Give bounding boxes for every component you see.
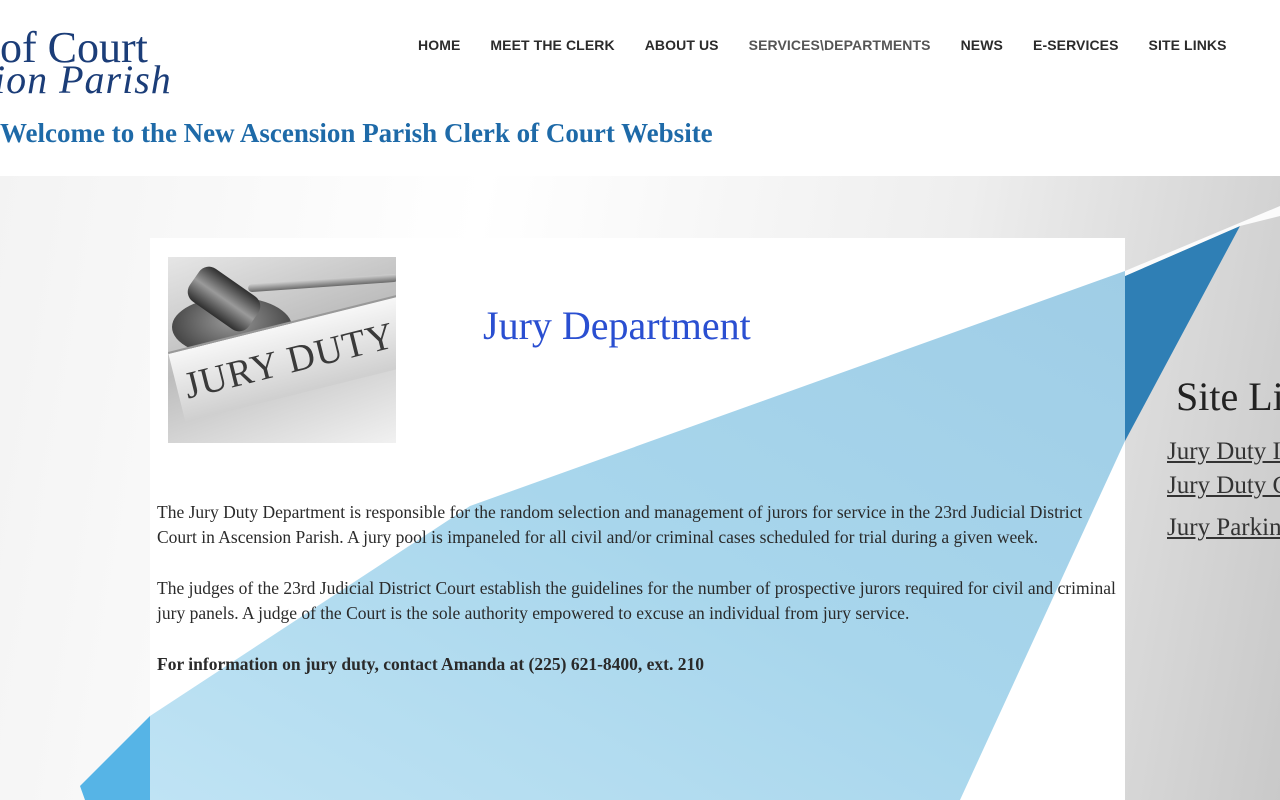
page-title: Jury Department (483, 303, 751, 348)
nav-e-services[interactable]: E-SERVICES (1033, 37, 1119, 53)
contact-info: For information on jury duty, contact Am… (157, 654, 705, 674)
site-header: of Court ion Parish HOME MEET THE CLERK … (0, 0, 1280, 176)
welcome-heading: Welcome to the New Ascension Parish Cler… (0, 118, 713, 148)
main-nav: HOME MEET THE CLERK ABOUT US SERVICES\DE… (418, 37, 1257, 53)
nav-services-departments[interactable]: SERVICES\DEPARTMENTS (749, 37, 931, 53)
nav-meet-the-clerk[interactable]: MEET THE CLERK (490, 37, 614, 53)
site-links-heading: Site Li (1176, 374, 1280, 419)
site-link-jury-duty-2[interactable]: Jury Duty C (1167, 472, 1280, 500)
logo-line-2: ion Parish (0, 57, 172, 102)
nav-home[interactable]: HOME (418, 37, 460, 53)
nav-news[interactable]: NEWS (961, 37, 1003, 53)
site-logo[interactable]: of Court ion Parish (0, 22, 215, 107)
gavel-handle-graphic (247, 273, 396, 293)
description-paragraph-2: The judges of the 23rd Judicial District… (157, 578, 1116, 623)
description-paragraph-1: The Jury Duty Department is responsible … (157, 502, 1083, 547)
nav-about-us[interactable]: ABOUT US (645, 37, 719, 53)
accent-stripe-left (80, 716, 150, 800)
site-link-jury-duty-info[interactable]: Jury Duty I (1167, 438, 1280, 466)
site-link-jury-parking[interactable]: Jury Parkin (1167, 514, 1280, 542)
department-description: The Jury Duty Department is responsible … (157, 500, 1117, 703)
nav-site-links[interactable]: SITE LINKS (1149, 37, 1227, 53)
jury-duty-image: JURY DUTY (168, 257, 396, 443)
